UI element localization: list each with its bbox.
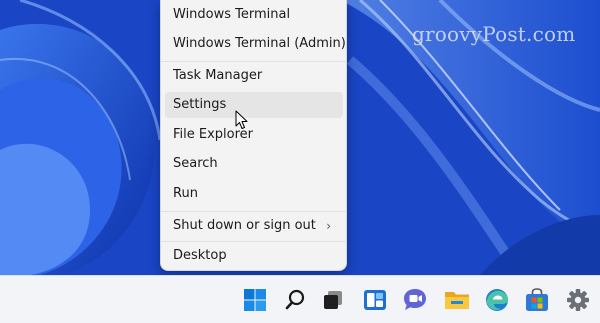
mouse-cursor-icon bbox=[235, 110, 248, 129]
task-view-icon[interactable] bbox=[320, 285, 350, 315]
menu-item-label: Desktop bbox=[173, 248, 227, 263]
file-explorer-icon[interactable] bbox=[442, 285, 472, 315]
menu-item-label: Windows Terminal (Admin) bbox=[173, 36, 346, 51]
windows-start-icon[interactable] bbox=[240, 285, 270, 315]
menu-item-desktop[interactable]: Desktop bbox=[165, 243, 343, 269]
menu-item-windows-terminal[interactable]: Windows Terminal bbox=[165, 2, 343, 28]
menu-item-label: Run bbox=[173, 186, 198, 201]
microsoft-store-icon[interactable] bbox=[522, 285, 552, 315]
menu-item-label: Windows Terminal bbox=[173, 7, 291, 22]
menu-item-shut-down-or-sign-out[interactable]: Shut down or sign out › bbox=[165, 213, 343, 239]
menu-item-label: Shut down or sign out bbox=[173, 218, 316, 233]
menu-item-search[interactable]: Search bbox=[165, 151, 343, 177]
menu-item-run[interactable]: Run bbox=[165, 181, 343, 207]
settings-gear-icon[interactable] bbox=[563, 285, 593, 315]
menu-separator bbox=[161, 61, 347, 62]
search-icon[interactable] bbox=[280, 285, 310, 315]
menu-separator bbox=[161, 241, 347, 242]
menu-item-label: Search bbox=[173, 156, 218, 171]
menu-item-label: Task Manager bbox=[173, 68, 263, 83]
menu-item-windows-terminal-admin[interactable]: Windows Terminal (Admin) bbox=[165, 31, 346, 57]
menu-separator bbox=[161, 211, 347, 212]
menu-item-file-explorer[interactable]: File Explorer bbox=[165, 122, 343, 148]
chevron-right-icon: › bbox=[326, 219, 331, 233]
winx-context-menu: Windows Terminal Windows Terminal (Admin… bbox=[160, 0, 347, 271]
watermark-text: groovyPost.com bbox=[412, 22, 576, 46]
widgets-icon[interactable] bbox=[360, 285, 390, 315]
taskbar bbox=[0, 275, 600, 323]
edge-browser-icon[interactable] bbox=[482, 285, 512, 315]
menu-item-label: Settings bbox=[173, 97, 227, 112]
teams-chat-icon[interactable] bbox=[400, 285, 430, 315]
menu-item-settings[interactable]: Settings bbox=[165, 92, 343, 118]
menu-item-task-manager[interactable]: Task Manager bbox=[165, 63, 343, 89]
